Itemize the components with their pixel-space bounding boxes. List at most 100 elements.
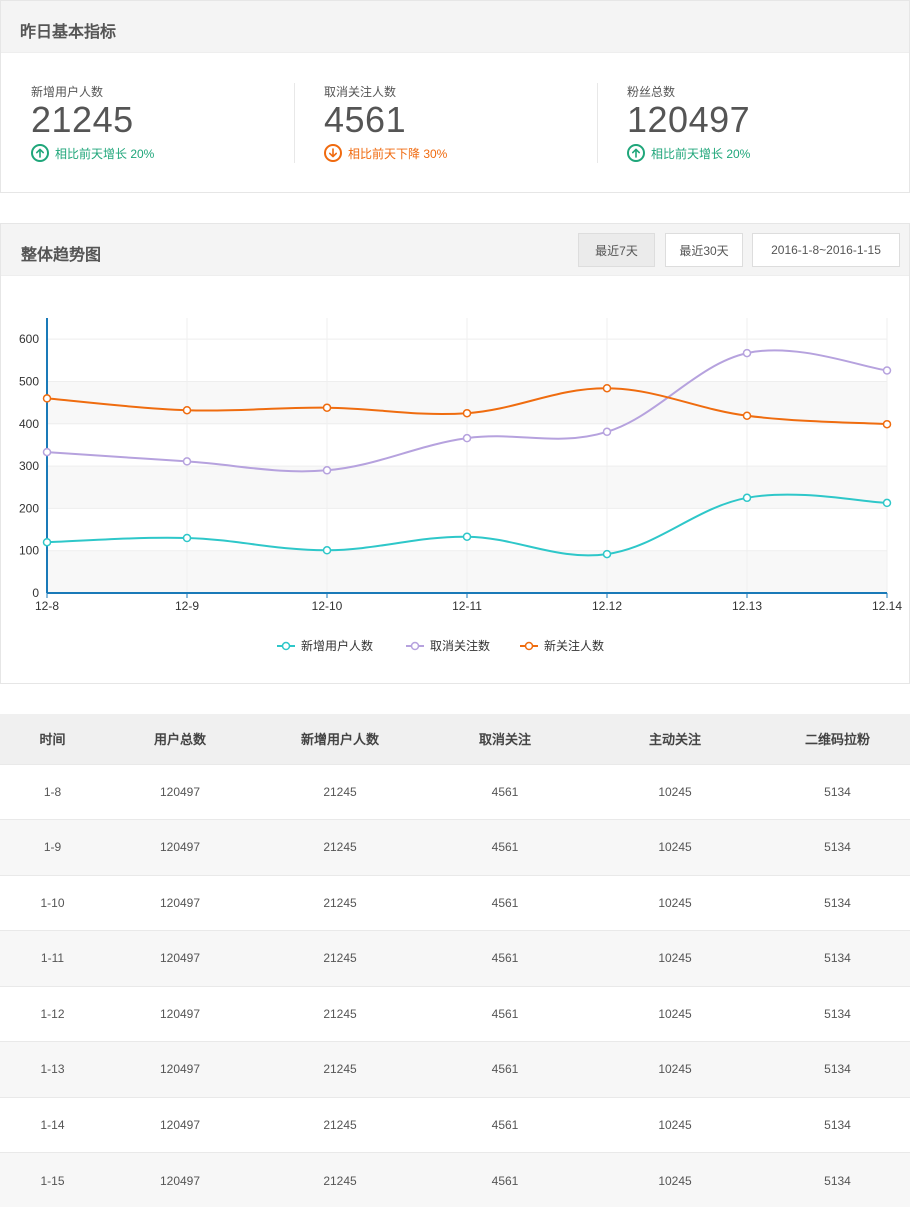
data-point (42, 394, 52, 403)
yesterday-panel: 昨日基本指标 新增用户人数 21245 相比前天增长 20% 取消关注人数 45… (0, 0, 910, 193)
trend-chart: 0 100 200 300 400 500 600 12-8 12-9 12-10 12-11 12.… (19, 318, 902, 653)
table-cell: 10245 (585, 819, 765, 875)
data-point (602, 427, 612, 437)
table-cell: 10245 (585, 930, 765, 986)
table-cell: 4561 (425, 874, 585, 931)
table-cell: 4561 (425, 985, 585, 1042)
data-point (42, 537, 52, 547)
data-point (322, 466, 332, 475)
table-row: 1-10 120497 21245 4561 10245 5134 (0, 874, 910, 931)
y-tick-label: 300 (19, 459, 39, 473)
data-point (602, 549, 612, 559)
y-tick-label: 100 (19, 544, 39, 558)
table-cell: 21245 (255, 763, 425, 820)
table-cell: 120497 (105, 763, 255, 820)
data-point (742, 411, 752, 420)
data-point (182, 405, 192, 415)
stat-change: 相比前天增长 20% (627, 144, 750, 162)
table-cell: 5134 (765, 930, 910, 986)
legend-marker (524, 641, 534, 651)
legend-marker (281, 641, 291, 651)
stat-divider (294, 83, 295, 163)
stat-value: 4561 (324, 99, 407, 140)
table-cell: 1-8 (0, 763, 105, 820)
y-tick-label: 600 (19, 332, 39, 346)
table-cell: 4561 (425, 763, 585, 820)
table-row: 1-11 120497 21245 4561 10245 5134 (0, 930, 910, 986)
arrow-up-icon (627, 144, 645, 162)
stat-label: 取消关注人数 (324, 85, 397, 99)
stat-label: 粉丝总数 (627, 85, 676, 99)
data-point (182, 457, 192, 466)
column-header: 用户总数 (105, 714, 255, 764)
stat-change: 相比前天下降 30% (324, 144, 447, 162)
data-point (602, 383, 612, 393)
column-header: 二维码拉粉 (765, 714, 910, 764)
column-header: 主动关注 (585, 714, 765, 764)
data-point (462, 433, 472, 443)
table-cell: 1-9 (0, 819, 105, 875)
table-cell: 1-11 (0, 930, 105, 986)
legend-label: 新增用户人数 (301, 638, 373, 653)
y-tick-label: 500 (19, 374, 39, 388)
table-row: 1-13 120497 21245 4561 10245 5134 (0, 1041, 910, 1097)
table-cell: 1-10 (0, 874, 105, 931)
table-cell: 21245 (255, 874, 425, 931)
table-cell: 10245 (585, 1041, 765, 1097)
table-cell: 1-13 (0, 1041, 105, 1097)
stats-row: 新增用户人数 21245 相比前天增长 20% 取消关注人数 4561 相比前天… (1, 53, 909, 193)
data-point (882, 498, 892, 508)
table-cell: 21245 (255, 1041, 425, 1097)
data-table: 时间 用户总数 新增用户人数 取消关注 主动关注 二维码拉粉 1-8 120497… (0, 714, 910, 1207)
data-point (882, 366, 892, 375)
table-cell: 5134 (765, 819, 910, 875)
data-point (462, 532, 472, 541)
column-header: 时间 (0, 714, 105, 764)
last-30-days-button[interactable]: 最近30天 (665, 233, 743, 267)
data-point (322, 403, 332, 412)
table-cell: 5134 (765, 874, 910, 931)
data-point (742, 493, 752, 503)
yesterday-panel-header: 昨日基本指标 (1, 1, 909, 53)
x-tick-label: 12-11 (452, 599, 482, 613)
table-body: 1-8 120497 21245 4561 10245 5134 1-9 120497 2124… (0, 763, 910, 1207)
data-point (182, 533, 192, 543)
table-cell: 21245 (255, 985, 425, 1042)
data-point (42, 447, 52, 457)
table-cell: 1-14 (0, 1096, 105, 1153)
table-header-row: 时间 用户总数 新增用户人数 取消关注 主动关注 二维码拉粉 (0, 714, 910, 764)
legend-label: 取消关注数 (430, 638, 490, 653)
table-cell: 1-15 (0, 1152, 105, 1207)
arrow-up-icon (31, 144, 49, 162)
trend-panel-title: 整体趋势图 (21, 247, 102, 264)
table-cell: 10245 (585, 985, 765, 1042)
legend-marker (410, 641, 420, 651)
table-cell: 120497 (105, 985, 255, 1042)
table-cell: 21245 (255, 1096, 425, 1153)
table-row: 1-9 120497 21245 4561 10245 5134 (0, 819, 910, 875)
arrow-down-icon (324, 144, 342, 162)
table-cell: 120497 (105, 874, 255, 931)
table-cell: 10245 (585, 763, 765, 820)
yesterday-panel-title: 昨日基本指标 (20, 24, 117, 41)
table-cell: 10245 (585, 1096, 765, 1153)
stat-value: 21245 (31, 99, 134, 140)
date-range-button[interactable]: 2016-1-8~2016-1-15 (752, 233, 900, 267)
table-cell: 5134 (765, 763, 910, 820)
y-tick-label: 0 (32, 586, 39, 600)
table-cell: 5134 (765, 1041, 910, 1097)
last-7-days-button[interactable]: 最近7天 (578, 233, 655, 267)
table-row: 1-14 120497 21245 4561 10245 5134 (0, 1096, 910, 1153)
table-row: 1-8 120497 21245 4561 10245 5134 (0, 763, 910, 820)
table-cell: 5134 (765, 1152, 910, 1207)
column-header: 新增用户人数 (255, 714, 425, 764)
table-cell: 120497 (105, 1152, 255, 1207)
table-cell: 10245 (585, 874, 765, 931)
data-point (462, 408, 472, 418)
table-cell: 1-12 (0, 985, 105, 1042)
trend-panel-header: 整体趋势图 最近7天 最近30天 2016-1-8~2016-1-15 (1, 224, 909, 276)
table-row: 1-15 120497 21245 4561 10245 5134 (0, 1152, 910, 1207)
table-cell: 5134 (765, 1096, 910, 1153)
stat-value: 120497 (627, 99, 751, 140)
table-cell: 4561 (425, 1152, 585, 1207)
